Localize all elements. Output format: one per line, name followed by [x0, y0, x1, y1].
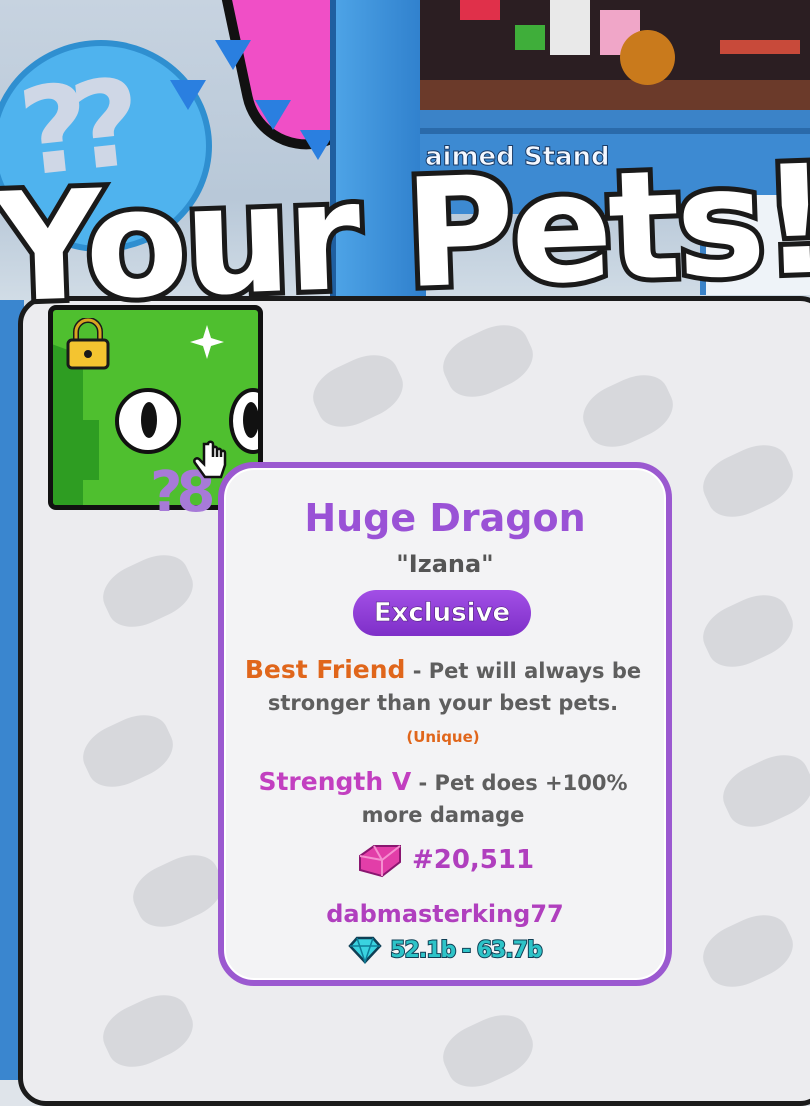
booth-screen [420, 0, 810, 128]
enchant-tag: (Unique) [406, 728, 480, 746]
enchant-strength: Strength V - Pet does +100% more damage [238, 766, 648, 831]
bunting-flag [170, 80, 206, 110]
sparkle-icon [190, 325, 224, 359]
power-row: 52.1b - 63.7b [224, 936, 666, 964]
lock-icon [66, 318, 110, 370]
pet-eye [229, 388, 258, 454]
owner-name: dabmasterking77 [326, 900, 564, 928]
bunting-flag [255, 100, 291, 130]
gem-icon [358, 845, 401, 878]
pet-eye [115, 388, 181, 454]
serial-row: #20,511 [224, 842, 666, 878]
enchant-name: Strength V [258, 767, 412, 796]
serial-number: #20,511 [411, 845, 535, 875]
diamond-icon [348, 936, 382, 964]
pet-name: Huge Dragon [304, 496, 586, 540]
pet-nickname: "Izana" [396, 550, 494, 578]
enchant-separator: - [405, 659, 429, 683]
page-title: Your Pets! [0, 129, 810, 342]
enchant-name: Best Friend [244, 655, 406, 684]
pet-tooltip: Huge Dragon "Izana" Exclusive Best Frien… [218, 462, 672, 986]
power-range: 52.1b - 63.7b [389, 937, 544, 964]
bunting-flag [215, 40, 251, 70]
enchant-best-friend: Best Friend - Pet will always be stronge… [238, 654, 648, 753]
rarity-badge: Exclusive [353, 590, 531, 636]
enchant-separator: - [411, 771, 435, 795]
